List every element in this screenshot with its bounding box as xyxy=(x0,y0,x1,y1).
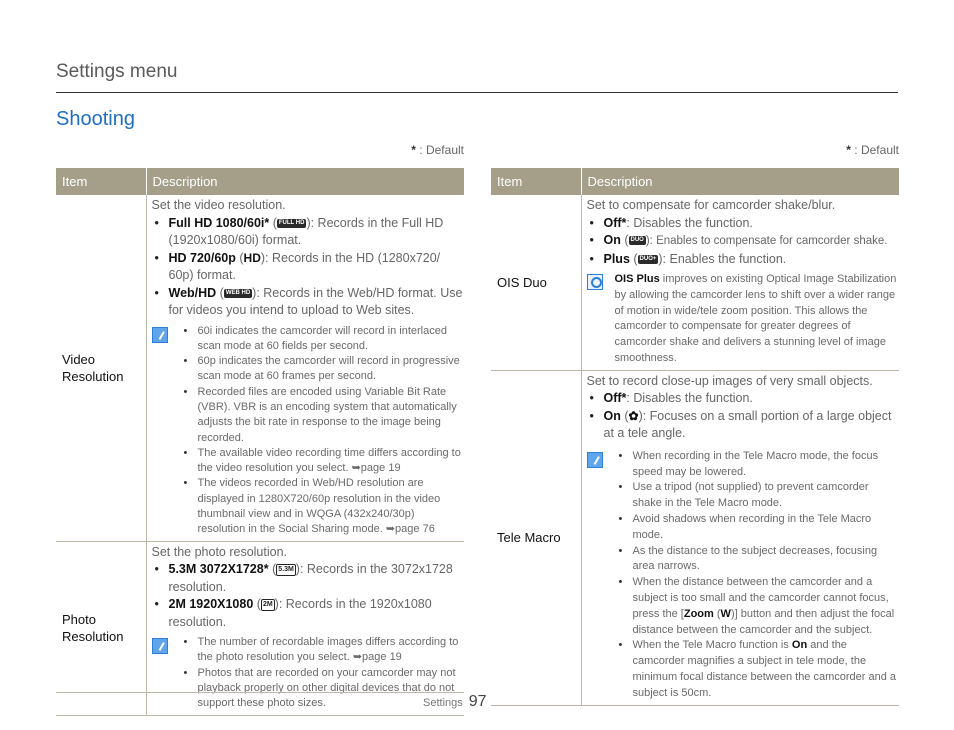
item-description: Set the photo resolution. 5.3M 3072X1728… xyxy=(146,541,465,716)
note-icon xyxy=(151,638,168,655)
note-item: Photos that are recorded on your camcord… xyxy=(182,666,465,712)
column-header-description: Description xyxy=(146,168,464,195)
tip-box: OIS Plus improves on existing Optical Im… xyxy=(586,272,900,367)
table-row: Video Resolution Set the video resolutio… xyxy=(56,195,465,542)
photo-2m-icon: 2M xyxy=(260,598,275,611)
option-item: Plus (DUO+): Enables the function. xyxy=(587,251,900,269)
page-footer: Settings 97 xyxy=(423,693,487,711)
option-item: Off*: Disables the function. xyxy=(587,390,900,408)
note-icon xyxy=(151,326,168,343)
item-description: Set the video resolution. Full HD 1080/6… xyxy=(146,195,465,542)
full-hd-icon: FULL HD xyxy=(276,218,307,228)
table-row: Tele Macro Set to record close-up images… xyxy=(491,370,900,706)
option-item: 2M 1920X1080 (2M): Records in the 1920x1… xyxy=(152,596,465,631)
default-note: * : Default xyxy=(846,143,899,157)
ois-on-icon: DUO xyxy=(628,236,646,246)
table-header-row: Item Description xyxy=(491,168,899,195)
item-label: Tele Macro xyxy=(491,370,582,706)
hd-icon: HD xyxy=(243,250,261,265)
note-item: The number of recordable images differs … xyxy=(182,635,465,666)
note-item: Recorded files are encoded using Variabl… xyxy=(182,385,465,446)
option-item: Full HD 1080/60i* (FULL HD): Records in … xyxy=(152,215,465,250)
option-item: HD 720/60p (HD): Records in the HD (1280… xyxy=(152,250,465,285)
item-label: Video Resolution xyxy=(56,195,147,542)
column-header-item: Item xyxy=(56,168,147,195)
option-item: 5.3M 3072X1728* (5.3M): Records in the 3… xyxy=(152,561,465,596)
option-item: Off*: Disables the function. xyxy=(587,215,900,233)
note-item: When the Tele Macro function is On and t… xyxy=(617,638,900,701)
table-header-row: Item Description xyxy=(56,168,464,195)
option-item: On (✿): Focuses on a small portion of a … xyxy=(587,408,900,443)
column-header-description: Description xyxy=(581,168,899,195)
magnifier-tip-icon xyxy=(586,274,603,290)
photo-5-3m-icon: 5.3M xyxy=(276,563,296,576)
option-item: Web/HD (WEB HD): Records in the Web/HD f… xyxy=(152,285,465,320)
page-header: Settings menu xyxy=(56,61,178,82)
note-item: When the distance between the camcorder … xyxy=(617,575,900,638)
note-item: Use a tripod (not supplied) to prevent c… xyxy=(617,480,900,512)
page-number: 97 xyxy=(468,693,487,710)
footer-section-label: Settings xyxy=(423,697,463,709)
item-label: Photo Resolution xyxy=(56,541,147,716)
table-row: OIS Duo Set to compensate for camcorder … xyxy=(491,195,900,371)
note-item: 60p indicates the camcorder will record … xyxy=(182,354,465,385)
settings-table-right: Item Description OIS Duo Set to compensa… xyxy=(491,168,899,706)
note-item: The videos recorded in Web/HD resolution… xyxy=(182,476,465,537)
right-column: * : Default Item Description OIS Duo Set… xyxy=(491,140,899,706)
tele-macro-icon: ✿ xyxy=(628,408,639,423)
footer-divider xyxy=(56,692,464,693)
note-box: 60i indicates the camcorder will record … xyxy=(151,324,465,538)
item-description: Set to record close-up images of very sm… xyxy=(581,370,900,706)
item-label: OIS Duo xyxy=(491,195,582,371)
note-item: 60i indicates the camcorder will record … xyxy=(182,324,465,355)
note-item: Avoid shadows when recording in the Tele… xyxy=(617,512,900,544)
table-row: Photo Resolution Set the photo resolutio… xyxy=(56,541,465,716)
note-item: When recording in the Tele Macro mode, t… xyxy=(617,449,900,481)
note-box: The number of recordable images differs … xyxy=(151,635,465,712)
web-hd-icon: WEB HD xyxy=(223,288,253,298)
option-item: On (DUO): Enables to compensate for camc… xyxy=(587,232,900,251)
settings-table-left: Item Description Video Resolution Set th… xyxy=(56,168,464,716)
section-title: Shooting xyxy=(56,108,135,130)
note-box: When recording in the Tele Macro mode, t… xyxy=(586,449,900,702)
item-description: Set to compensate for camcorder shake/bl… xyxy=(581,195,900,371)
left-column: * : Default Item Description Video Resol… xyxy=(56,140,464,716)
ois-plus-icon: DUO+ xyxy=(637,254,659,264)
default-note: * : Default xyxy=(411,143,464,157)
note-item: The available video recording time diffe… xyxy=(182,446,465,477)
note-icon xyxy=(586,451,603,468)
header-divider xyxy=(56,92,898,93)
column-header-item: Item xyxy=(491,168,582,195)
note-item: As the distance to the subject decreases… xyxy=(617,544,900,576)
